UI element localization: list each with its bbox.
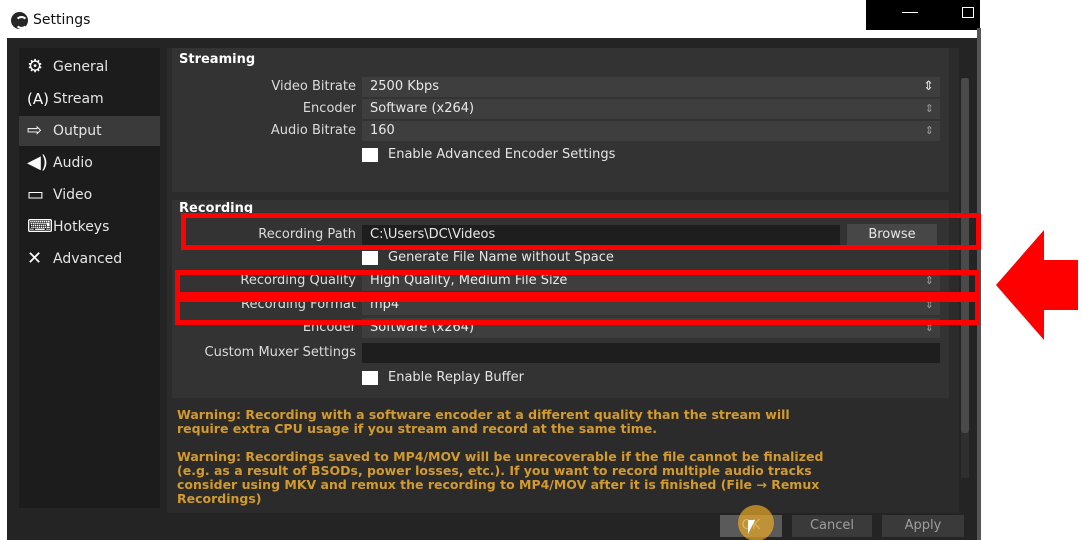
audio-bitrate-value: 160	[370, 123, 395, 138]
window-title: Settings	[33, 12, 91, 28]
sidebar-item-general[interactable]: ⚙ General	[19, 52, 160, 82]
annotation-box-recording-quality	[175, 270, 980, 297]
sidebar: ⚙ General (A) Stream ⇨ Output ◀) Audio ▭…	[19, 48, 160, 508]
scrollbar-thumb[interactable]	[961, 78, 969, 433]
streaming-title: Streaming	[179, 52, 256, 67]
mouse-cursor-icon	[748, 520, 762, 534]
obs-logo-icon	[11, 12, 28, 29]
warning-line: Warning: Recording with a software encod…	[177, 407, 790, 422]
sidebar-item-hotkeys[interactable]: ⌨ Hotkeys	[19, 212, 160, 242]
sidebar-item-output[interactable]: ⇨ Output	[19, 116, 160, 146]
annotation-box-recording-format	[175, 297, 980, 325]
sidebar-item-label: Advanced	[53, 251, 123, 267]
window-controls	[866, 0, 980, 30]
custom-muxer-label: Custom Muxer Settings	[204, 345, 356, 360]
advanced-encoder-label: Enable Advanced Encoder Settings	[388, 147, 616, 162]
audio-bitrate-label: Audio Bitrate	[270, 123, 356, 138]
audio-bitrate-select[interactable]: 160 ⇕	[362, 121, 940, 141]
checkbox-box[interactable]	[362, 370, 378, 385]
spin-icon[interactable]: ⇕	[923, 77, 934, 97]
broadcast-icon: (A)	[27, 89, 49, 108]
warning-line: Recordings)	[177, 491, 262, 506]
streaming-group: Streaming Video Bitrate 2500 Kbps ⇕ Enco…	[172, 48, 949, 192]
speaker-icon: ◀)	[27, 152, 48, 173]
warning-line: consider using MKV and remux the recordi…	[177, 477, 820, 492]
annotation-box-recording-path	[181, 213, 981, 250]
apply-button[interactable]: Apply	[882, 515, 964, 537]
sidebar-item-advanced[interactable]: ✕ Advanced	[19, 244, 160, 274]
warning-line: (e.g. as a result of BSODs, power losses…	[177, 463, 812, 478]
sidebar-item-label: Output	[53, 123, 102, 139]
replay-buffer-checkbox[interactable]: Enable Replay Buffer	[362, 370, 524, 385]
dropdown-arrows-icon: ⇕	[924, 102, 934, 115]
sidebar-item-stream[interactable]: (A) Stream	[19, 84, 160, 114]
keyboard-icon: ⌨	[27, 216, 53, 237]
encoder-label: Encoder	[302, 101, 356, 116]
streaming-encoder-select[interactable]: Software (x264) ⇕	[362, 99, 940, 119]
checkbox-box[interactable]	[362, 147, 378, 162]
sidebar-item-label: General	[53, 59, 109, 75]
cancel-button[interactable]: Cancel	[792, 515, 872, 537]
restore-button[interactable]	[962, 7, 974, 18]
gear-icon: ⚙	[27, 56, 44, 77]
annotation-arrow-icon	[996, 230, 1078, 340]
dropdown-arrows-icon: ⇕	[924, 124, 934, 137]
cpu-warning: Warning: Recording with a software encod…	[177, 408, 947, 436]
monitor-icon: ▭	[27, 184, 45, 205]
no-space-filename-checkbox[interactable]: Generate File Name without Space	[362, 250, 614, 265]
sidebar-item-video[interactable]: ▭ Video	[19, 180, 160, 210]
warning-line: Warning: Recordings saved to MP4/MOV wil…	[177, 449, 824, 464]
minimize-button[interactable]	[902, 12, 918, 13]
mp4-warning: Warning: Recordings saved to MP4/MOV wil…	[177, 450, 947, 506]
title-bar: Settings	[0, 0, 980, 38]
streaming-encoder-value: Software (x264)	[370, 101, 475, 116]
output-icon: ⇨	[27, 120, 43, 141]
sidebar-item-audio[interactable]: ◀) Audio	[19, 148, 160, 178]
custom-muxer-input[interactable]	[362, 343, 940, 363]
replay-buffer-label: Enable Replay Buffer	[388, 370, 524, 385]
warning-line: require extra CPU usage if you stream an…	[177, 421, 657, 436]
video-bitrate-value: 2500 Kbps	[370, 79, 440, 94]
tools-icon: ✕	[27, 248, 43, 269]
sidebar-item-label: Audio	[53, 155, 93, 171]
advanced-encoder-checkbox[interactable]: Enable Advanced Encoder Settings	[362, 147, 615, 162]
no-space-filename-label: Generate File Name without Space	[388, 250, 614, 265]
sidebar-item-label: Video	[53, 187, 93, 203]
sidebar-item-label: Stream	[53, 91, 104, 107]
video-bitrate-label: Video Bitrate	[271, 79, 356, 94]
sidebar-item-label: Hotkeys	[53, 219, 110, 235]
video-bitrate-spinbox[interactable]: 2500 Kbps ⇕	[362, 77, 940, 97]
checkbox-box[interactable]	[362, 250, 378, 265]
